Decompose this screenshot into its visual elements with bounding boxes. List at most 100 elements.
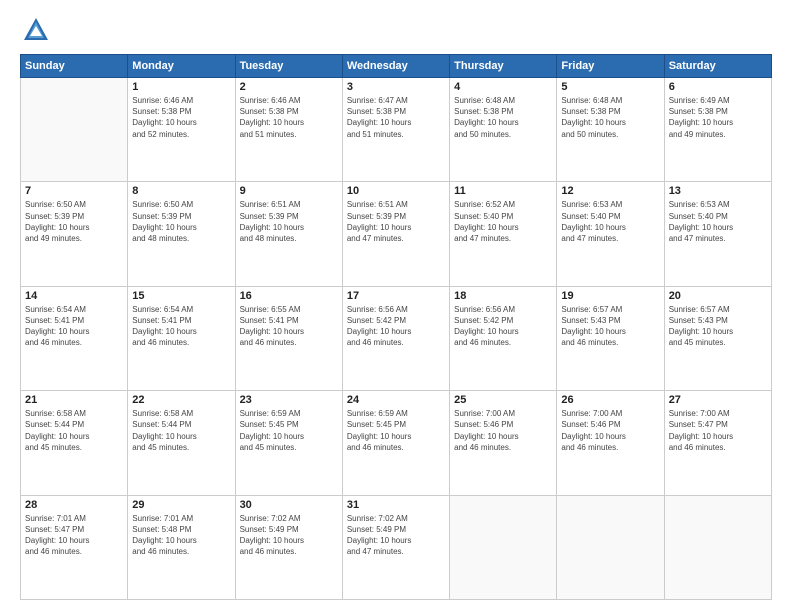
calendar-cell: 7Sunrise: 6:50 AM Sunset: 5:39 PM Daylig…	[21, 182, 128, 286]
weekday-header-thursday: Thursday	[450, 55, 557, 78]
calendar-cell: 6 Sunrise: 6:49 AM Sunset: 5:38 PM Daylig…	[664, 78, 771, 182]
day-number: 24	[347, 394, 445, 406]
day-number: 31	[347, 499, 445, 511]
day-detail: Sunrise: 6:58 AM Sunset: 5:44 PM Dayligh…	[25, 408, 123, 453]
day-number: 30	[240, 499, 338, 511]
logo-text	[20, 16, 50, 44]
day-number: 10	[347, 185, 445, 197]
logo-line1	[20, 16, 50, 44]
day-detail: Sunrise: 6:54 AM Sunset: 5:41 PM Dayligh…	[132, 304, 230, 349]
calendar-cell: 25Sunrise: 7:00 AM Sunset: 5:46 PM Dayli…	[450, 391, 557, 495]
day-number: 23	[240, 394, 338, 406]
weekday-header-wednesday: Wednesday	[342, 55, 449, 78]
calendar-body: 1 Sunrise: 6:46 AM Sunset: 5:38 PM Daylig…	[21, 78, 772, 600]
day-number: 3	[347, 81, 445, 93]
calendar-cell: 30 Sunrise: 7:02 AM Sunset: 5:49 PM Dayli…	[235, 495, 342, 599]
calendar-cell: 1 Sunrise: 6:46 AM Sunset: 5:38 PM Daylig…	[128, 78, 235, 182]
day-detail: Sunrise: 6:53 AM Sunset: 5:40 PM Dayligh…	[669, 199, 767, 244]
day-detail: Sunrise: 7:02 AM Sunset: 5:49 PM Dayligh…	[347, 513, 445, 558]
day-number: 11	[454, 185, 552, 197]
day-number: 17	[347, 290, 445, 302]
day-detail: Sunrise: 6:59 AM Sunset: 5:45 PM Dayligh…	[347, 408, 445, 453]
day-detail: Sunrise: 7:01 AM Sunset: 5:48 PM Dayligh…	[132, 513, 230, 558]
calendar-cell: 12 Sunrise: 6:53 AM Sunset: 5:40 PM Dayli…	[557, 182, 664, 286]
day-number: 28	[25, 499, 123, 511]
day-number: 21	[25, 394, 123, 406]
calendar-cell: 11 Sunrise: 6:52 AM Sunset: 5:40 PM Dayli…	[450, 182, 557, 286]
calendar-cell: 19 Sunrise: 6:57 AM Sunset: 5:43 PM Dayli…	[557, 286, 664, 390]
calendar-cell	[557, 495, 664, 599]
day-number: 26	[561, 394, 659, 406]
day-number: 16	[240, 290, 338, 302]
calendar-cell: 27Sunrise: 7:00 AM Sunset: 5:47 PM Dayli…	[664, 391, 771, 495]
calendar-cell: 16 Sunrise: 6:55 AM Sunset: 5:41 PM Dayli…	[235, 286, 342, 390]
day-detail: Sunrise: 6:58 AM Sunset: 5:44 PM Dayligh…	[132, 408, 230, 453]
day-detail: Sunrise: 6:57 AM Sunset: 5:43 PM Dayligh…	[561, 304, 659, 349]
day-detail: Sunrise: 6:49 AM Sunset: 5:38 PM Dayligh…	[669, 95, 767, 140]
day-detail: Sunrise: 6:51 AM Sunset: 5:39 PM Dayligh…	[347, 199, 445, 244]
day-detail: Sunrise: 7:01 AM Sunset: 5:47 PM Dayligh…	[25, 513, 123, 558]
day-number: 5	[561, 81, 659, 93]
day-detail: Sunrise: 6:54 AM Sunset: 5:41 PM Dayligh…	[25, 304, 123, 349]
day-detail: Sunrise: 6:56 AM Sunset: 5:42 PM Dayligh…	[454, 304, 552, 349]
calendar-cell: 8Sunrise: 6:50 AM Sunset: 5:39 PM Daylig…	[128, 182, 235, 286]
logo-icon	[22, 16, 50, 44]
day-number: 9	[240, 185, 338, 197]
calendar-cell: 21 Sunrise: 6:58 AM Sunset: 5:44 PM Dayli…	[21, 391, 128, 495]
day-number: 1	[132, 81, 230, 93]
calendar-cell: 31 Sunrise: 7:02 AM Sunset: 5:49 PM Dayli…	[342, 495, 449, 599]
day-detail: Sunrise: 6:59 AM Sunset: 5:45 PM Dayligh…	[240, 408, 338, 453]
calendar-cell: 15 Sunrise: 6:54 AM Sunset: 5:41 PM Dayli…	[128, 286, 235, 390]
weekday-header-monday: Monday	[128, 55, 235, 78]
day-detail: Sunrise: 7:02 AM Sunset: 5:49 PM Dayligh…	[240, 513, 338, 558]
calendar-cell: 14 Sunrise: 6:54 AM Sunset: 5:41 PM Dayli…	[21, 286, 128, 390]
day-detail: Sunrise: 6:52 AM Sunset: 5:40 PM Dayligh…	[454, 199, 552, 244]
calendar-cell	[450, 495, 557, 599]
day-detail: Sunrise: 6:51 AM Sunset: 5:39 PM Dayligh…	[240, 199, 338, 244]
day-number: 14	[25, 290, 123, 302]
calendar-cell: 9 Sunrise: 6:51 AM Sunset: 5:39 PM Daylig…	[235, 182, 342, 286]
day-number: 25	[454, 394, 552, 406]
day-detail: Sunrise: 6:46 AM Sunset: 5:38 PM Dayligh…	[132, 95, 230, 140]
weekday-row: SundayMondayTuesdayWednesdayThursdayFrid…	[21, 55, 772, 78]
week-row-3: 21 Sunrise: 6:58 AM Sunset: 5:44 PM Dayli…	[21, 391, 772, 495]
weekday-header-sunday: Sunday	[21, 55, 128, 78]
calendar-cell: 29 Sunrise: 7:01 AM Sunset: 5:48 PM Dayli…	[128, 495, 235, 599]
day-number: 12	[561, 185, 659, 197]
day-detail: Sunrise: 6:47 AM Sunset: 5:38 PM Dayligh…	[347, 95, 445, 140]
week-row-0: 1 Sunrise: 6:46 AM Sunset: 5:38 PM Daylig…	[21, 78, 772, 182]
week-row-4: 28 Sunrise: 7:01 AM Sunset: 5:47 PM Dayli…	[21, 495, 772, 599]
day-number: 18	[454, 290, 552, 302]
calendar-cell: 26 Sunrise: 7:00 AM Sunset: 5:46 PM Dayli…	[557, 391, 664, 495]
day-number: 15	[132, 290, 230, 302]
calendar-cell: 18 Sunrise: 6:56 AM Sunset: 5:42 PM Dayli…	[450, 286, 557, 390]
day-number: 2	[240, 81, 338, 93]
day-number: 8	[132, 185, 230, 197]
day-number: 22	[132, 394, 230, 406]
calendar-cell: 24 Sunrise: 6:59 AM Sunset: 5:45 PM Dayli…	[342, 391, 449, 495]
day-detail: Sunrise: 6:53 AM Sunset: 5:40 PM Dayligh…	[561, 199, 659, 244]
weekday-header-saturday: Saturday	[664, 55, 771, 78]
calendar-cell: 5Sunrise: 6:48 AM Sunset: 5:38 PM Daylig…	[557, 78, 664, 182]
calendar-cell: 4Sunrise: 6:48 AM Sunset: 5:38 PM Daylig…	[450, 78, 557, 182]
weekday-header-friday: Friday	[557, 55, 664, 78]
day-number: 13	[669, 185, 767, 197]
day-number: 19	[561, 290, 659, 302]
calendar-cell: 17Sunrise: 6:56 AM Sunset: 5:42 PM Dayli…	[342, 286, 449, 390]
calendar-header: SundayMondayTuesdayWednesdayThursdayFrid…	[21, 55, 772, 78]
day-detail: Sunrise: 7:00 AM Sunset: 5:46 PM Dayligh…	[561, 408, 659, 453]
week-row-1: 7Sunrise: 6:50 AM Sunset: 5:39 PM Daylig…	[21, 182, 772, 286]
day-number: 20	[669, 290, 767, 302]
day-detail: Sunrise: 6:55 AM Sunset: 5:41 PM Dayligh…	[240, 304, 338, 349]
day-detail: Sunrise: 7:00 AM Sunset: 5:47 PM Dayligh…	[669, 408, 767, 453]
calendar-table: SundayMondayTuesdayWednesdayThursdayFrid…	[20, 54, 772, 600]
day-detail: Sunrise: 6:48 AM Sunset: 5:38 PM Dayligh…	[454, 95, 552, 140]
calendar-cell: 10 Sunrise: 6:51 AM Sunset: 5:39 PM Dayli…	[342, 182, 449, 286]
day-number: 6	[669, 81, 767, 93]
calendar-cell: 2Sunrise: 6:46 AM Sunset: 5:38 PM Daylig…	[235, 78, 342, 182]
calendar-cell	[21, 78, 128, 182]
day-detail: Sunrise: 6:50 AM Sunset: 5:39 PM Dayligh…	[25, 199, 123, 244]
logo	[20, 16, 50, 44]
day-number: 29	[132, 499, 230, 511]
calendar-cell: 28 Sunrise: 7:01 AM Sunset: 5:47 PM Dayli…	[21, 495, 128, 599]
